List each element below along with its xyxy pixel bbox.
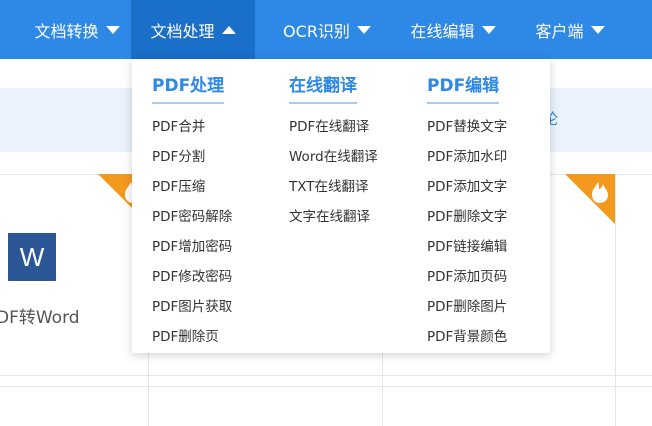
menu-item[interactable]: PDF增加密码 — [152, 232, 232, 262]
menu-item[interactable]: PDF删除图片 — [427, 292, 507, 322]
menu-item[interactable]: PDF添加页码 — [427, 262, 507, 292]
nav-doc-process[interactable]: 文档处理 — [131, 0, 255, 59]
menu-item[interactable]: PDF密码解除 — [152, 202, 232, 232]
top-navbar: 文档转换 文档处理 OCR识别 在线编辑 客户端 — [0, 0, 652, 59]
nav-ocr[interactable]: OCR识别 — [272, 0, 382, 59]
dropdown-column-pdf-editing: PDF编辑 PDF替换文字 PDF添加水印 PDF添加文字 PDF删除文字 PD… — [427, 71, 507, 352]
column-title: PDF编辑 — [427, 71, 500, 104]
menu-item[interactable]: PDF链接编辑 — [427, 232, 507, 262]
menu-item[interactable]: PDF背景颜色 — [427, 322, 507, 352]
chevron-up-icon — [221, 25, 236, 34]
grid-divider — [615, 174, 616, 426]
menu-item[interactable]: PDF分割 — [152, 142, 232, 172]
chevron-down-icon — [590, 25, 605, 34]
menu-item[interactable]: PDF图片获取 — [152, 292, 232, 322]
menu-item[interactable]: Word在线翻译 — [289, 142, 378, 172]
word-file-icon[interactable]: W — [8, 233, 56, 281]
nav-ocr-label: OCR识别 — [283, 21, 350, 41]
nav-client-label: 客户端 — [535, 21, 584, 41]
nav-doc-convert[interactable]: 文档转换 — [22, 0, 132, 59]
word-file-icon-letter: W — [19, 241, 45, 272]
nav-online-edit-label: 在线编辑 — [410, 21, 475, 41]
dropdown-column-online-translate: 在线翻译 PDF在线翻译 Word在线翻译 TXT在线翻译 文字在线翻译 — [289, 71, 378, 232]
chevron-down-icon — [481, 25, 496, 34]
tool-caption-pdf-to-word[interactable]: DF转Word — [0, 303, 80, 328]
menu-item[interactable]: PDF添加水印 — [427, 142, 507, 172]
dropdown-column-pdf-processing: PDF处理 PDF合并 PDF分割 PDF压缩 PDF密码解除 PDF增加密码 … — [152, 71, 232, 352]
menu-item[interactable]: PDF合并 — [152, 112, 232, 142]
menu-item[interactable]: 文字在线翻译 — [289, 202, 378, 232]
doc-process-dropdown: PDF处理 PDF合并 PDF分割 PDF压缩 PDF密码解除 PDF增加密码 … — [132, 59, 550, 353]
menu-item[interactable]: PDF在线翻译 — [289, 112, 378, 142]
column-title: 在线翻译 — [289, 71, 357, 104]
hot-badge-icon — [565, 174, 615, 224]
nav-online-edit[interactable]: 在线编辑 — [398, 0, 508, 59]
menu-item[interactable]: PDF删除页 — [152, 322, 232, 352]
column-title: PDF处理 — [152, 71, 225, 104]
grid-divider — [0, 375, 652, 376]
menu-item[interactable]: PDF添加文字 — [427, 172, 507, 202]
chevron-down-icon — [356, 25, 371, 34]
menu-item[interactable]: PDF压缩 — [152, 172, 232, 202]
menu-item[interactable]: PDF删除文字 — [427, 202, 507, 232]
menu-item[interactable]: TXT在线翻译 — [289, 172, 378, 202]
grid-divider — [0, 386, 652, 387]
chevron-down-icon — [105, 25, 120, 34]
nav-doc-convert-label: 文档转换 — [34, 21, 99, 41]
nav-client[interactable]: 客户端 — [522, 0, 618, 59]
menu-item[interactable]: PDF修改密码 — [152, 262, 232, 292]
nav-doc-process-label: 文档处理 — [150, 21, 215, 41]
menu-item[interactable]: PDF替换文字 — [427, 112, 507, 142]
